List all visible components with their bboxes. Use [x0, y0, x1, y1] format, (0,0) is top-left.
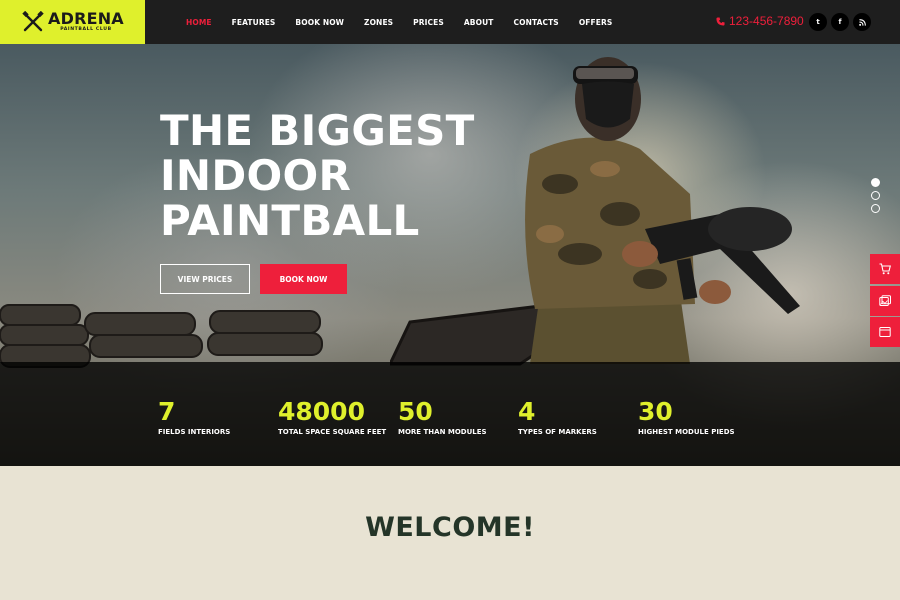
stat-pieds: 30 HIGHEST MODULE PIEDS: [638, 397, 735, 437]
nav-item-features[interactable]: FEATURES: [232, 18, 276, 27]
cart-icon-glyph: [879, 263, 891, 275]
nav-item-prices[interactable]: PRICES: [413, 18, 444, 27]
nav-item-about[interactable]: ABOUT: [464, 18, 494, 27]
tire-stack-image: [0, 304, 323, 368]
nav-item-contacts[interactable]: CONTACTS: [513, 18, 558, 27]
social-links: t f: [809, 13, 875, 31]
crossed-guns-icon: [22, 11, 44, 32]
gallery-icon[interactable]: [870, 285, 900, 316]
stat-value: 48000: [278, 397, 365, 426]
main-nav: HOME FEATURES BOOK NOW ZONES PRICES ABOU…: [176, 0, 622, 44]
stat-value: 4: [518, 397, 536, 426]
slider-dots: [871, 178, 880, 217]
hero-headline: THE BIGGEST INDOOR PAINTBALL: [160, 108, 490, 243]
facebook-icon[interactable]: f: [831, 13, 849, 31]
stat-space: 48000 TOTAL SPACE SQUARE FEET: [278, 397, 387, 437]
browser-icon-glyph: [879, 327, 891, 337]
stat-value: 30: [638, 397, 673, 426]
phone-icon: [716, 16, 725, 26]
browser-icon[interactable]: [870, 317, 900, 347]
cart-icon[interactable]: [870, 254, 900, 284]
stat-value: 50: [398, 397, 433, 426]
stat-label: HIGHEST MODULE PIEDS: [638, 428, 735, 436]
slider-dot-3[interactable]: [871, 204, 880, 213]
stat-value: 7: [158, 397, 176, 426]
logo[interactable]: ADRENA PAINTBALL CLUB: [0, 0, 145, 44]
slider-dot-2[interactable]: [871, 191, 880, 200]
nav-item-offers[interactable]: OFFERS: [579, 18, 613, 27]
rss-icon[interactable]: [853, 13, 871, 31]
headline-line-2: INDOOR: [160, 151, 352, 200]
hero-banner: THE BIGGEST INDOOR PAINTBALL VIEW PRICES…: [0, 44, 900, 466]
nav-item-book-now[interactable]: BOOK NOW: [295, 18, 344, 27]
phone-label: 123-456-7890: [729, 14, 804, 28]
stat-modules: 50 MORE THAN MODULES: [398, 397, 487, 437]
slider-dot-1[interactable]: [871, 178, 880, 187]
headline-line-3: PAINTBALL: [160, 196, 420, 245]
site-header: ADRENA PAINTBALL CLUB HOME FEATURES BOOK…: [0, 0, 900, 44]
view-prices-button[interactable]: VIEW PRICES: [160, 264, 250, 294]
book-now-button[interactable]: BOOK NOW: [260, 264, 347, 294]
side-toolbar: [870, 254, 900, 349]
stat-markers: 4 TYPES OF MARKERS: [518, 397, 597, 437]
stat-label: FIELDS INTERIORS: [158, 428, 231, 436]
gallery-icon-glyph: [879, 294, 891, 306]
logo-tagline: PAINTBALL CLUB: [60, 27, 112, 33]
twitter-icon[interactable]: t: [809, 13, 827, 31]
stat-label: MORE THAN MODULES: [398, 428, 487, 436]
nav-item-zones[interactable]: ZONES: [364, 18, 393, 27]
welcome-heading: WELCOME!: [365, 512, 535, 543]
phone-number[interactable]: 123-456-7890: [716, 14, 804, 28]
stat-fields: 7 FIELDS INTERIORS: [158, 397, 231, 437]
logo-title: ADRENA: [48, 9, 124, 29]
stat-label: TYPES OF MARKERS: [518, 428, 597, 436]
nav-item-home[interactable]: HOME: [186, 18, 212, 27]
headline-line-1: THE BIGGEST: [160, 106, 475, 155]
stat-label: TOTAL SPACE SQUARE FEET: [278, 428, 387, 436]
rss-icon-glyph: [858, 18, 866, 26]
